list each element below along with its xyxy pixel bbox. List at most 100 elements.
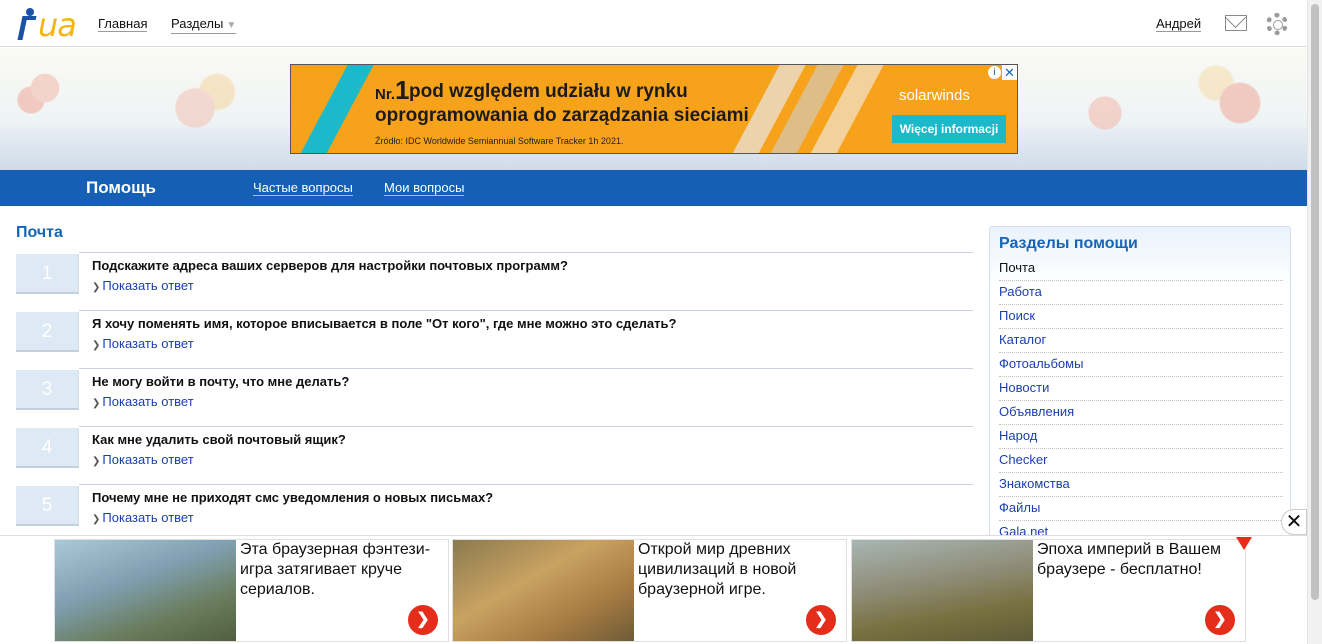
blossom-decoration: [140, 68, 250, 148]
chevron-down-icon: ❯: [92, 282, 101, 293]
ad-card[interactable]: Эпоха империй в Вашем браузере - бесплат…: [851, 539, 1246, 642]
help-sections-sidebar: Разделы помощи Почта Работа Поиск Катало…: [989, 226, 1291, 546]
my-questions-link[interactable]: Мои вопросы: [384, 180, 465, 196]
ad-rank-prefix: Nr.: [375, 86, 396, 103]
nav-sections-dropdown[interactable]: Разделы ▼: [171, 16, 237, 34]
top-bar: ua Главная Разделы ▼ Андрей: [0, 0, 1307, 47]
show-answer-link[interactable]: Показать ответ: [102, 510, 193, 525]
nav-main-link[interactable]: Главная: [98, 16, 148, 32]
show-answer[interactable]: ❯ Показать ответ: [92, 336, 194, 351]
sidebar-item-news[interactable]: Новости: [999, 377, 1283, 401]
ad-card[interactable]: Открой мир древних цивилизаций в новой б…: [452, 539, 847, 642]
ad-marker-icon[interactable]: [1236, 537, 1252, 551]
site-logo[interactable]: ua: [17, 6, 77, 44]
chevron-down-icon: ❯: [92, 340, 101, 351]
sidebar-item-label[interactable]: Поиск: [999, 308, 1035, 323]
question-number: 3: [16, 370, 79, 410]
sidebar-item-checker[interactable]: Checker: [999, 449, 1283, 473]
faq-link[interactable]: Частые вопросы: [253, 180, 353, 196]
sidebar-item-label[interactable]: Знакомства: [999, 476, 1070, 491]
faq-item: 1 Подскажите адреса ваших серверов для н…: [16, 252, 973, 298]
ad-close-icon[interactable]: ✕: [1002, 65, 1017, 80]
show-answer[interactable]: ❯ Показать ответ: [92, 394, 194, 409]
question-text: Почему мне не приходят смс уведомления о…: [92, 490, 494, 505]
chevron-down-icon: ❯: [92, 456, 101, 467]
question-number: 1: [16, 254, 79, 294]
ad-card-image: [453, 540, 634, 641]
ad-stripe: [291, 65, 379, 153]
faq-item: 3 Не могу войти в почту, что мне делать?…: [16, 368, 973, 414]
question-number: 2: [16, 312, 79, 352]
ad-brand: solarwinds: [899, 87, 970, 104]
logo-text: ua: [38, 6, 77, 44]
divider: [79, 426, 973, 427]
ad-more-info-button[interactable]: Więcej informacji: [892, 115, 1006, 143]
nav-sections-label: Разделы: [171, 16, 224, 31]
show-answer-link[interactable]: Показать ответ: [102, 278, 193, 293]
question-text: Подскажите адреса ваших серверов для нас…: [92, 258, 568, 273]
show-answer-link[interactable]: Показать ответ: [102, 394, 193, 409]
solarwinds-ad-banner[interactable]: Nr.1 pod względem udziału w rynku oprogr…: [290, 64, 1018, 154]
faq-item: 2 Я хочу поменять имя, которое вписывает…: [16, 310, 973, 356]
ad-headline-2: oprogramowania do zarządzania sieciami: [375, 105, 749, 126]
show-answer[interactable]: ❯ Показать ответ: [92, 452, 194, 467]
blossom-decoration: [1060, 78, 1150, 148]
sidebar-item-label[interactable]: Работа: [999, 284, 1042, 299]
logo-i-stem: [17, 16, 37, 40]
chevron-right-icon[interactable]: ❯: [408, 605, 438, 635]
chevron-right-icon[interactable]: ❯: [806, 605, 836, 635]
show-answer-link[interactable]: Показать ответ: [102, 452, 193, 467]
close-icon[interactable]: ✕: [1281, 509, 1307, 535]
show-answer[interactable]: ❯ Показать ответ: [92, 278, 194, 293]
ad-source: Źródło: IDC Worldwide Semiannual Softwar…: [375, 136, 624, 146]
sidebar-item-dating[interactable]: Знакомства: [999, 473, 1283, 497]
divider: [79, 368, 973, 369]
sidebar-item-files[interactable]: Файлы: [999, 497, 1283, 521]
blossom-decoration: [1180, 53, 1300, 153]
question-text: Я хочу поменять имя, которое вписывается…: [92, 316, 677, 331]
sidebar-item-label[interactable]: Checker: [999, 452, 1047, 467]
question-number: 5: [16, 486, 79, 526]
question-text: Как мне удалить свой почтовый ящик?: [92, 432, 346, 447]
ad-rank-number: 1: [395, 75, 410, 105]
chevron-down-icon: ❯: [92, 398, 101, 409]
sidebar-item-label[interactable]: Файлы: [999, 500, 1040, 515]
ad-card-image: [852, 540, 1033, 641]
page-scrollbar[interactable]: [1307, 0, 1322, 644]
sidebar-item-label[interactable]: Фотоальбомы: [999, 356, 1083, 371]
divider: [79, 252, 973, 253]
user-name-link[interactable]: Андрей: [1156, 16, 1202, 32]
blossom-decoration: [10, 58, 80, 118]
scrollbar-thumb[interactable]: [1311, 4, 1319, 600]
sidebar-item-work[interactable]: Работа: [999, 281, 1283, 305]
sidebar-item-mail: Почта: [999, 257, 1283, 281]
chevron-right-icon[interactable]: ❯: [1205, 605, 1235, 635]
ad-card-image: [55, 540, 236, 641]
divider: [79, 484, 973, 485]
faq-item: 5 Почему мне не приходят смс уведомления…: [16, 484, 973, 530]
help-nav-bar: Помощь Частые вопросы Мои вопросы: [0, 170, 1307, 206]
section-title: Почта: [16, 224, 63, 241]
ad-rank: Nr.1: [375, 75, 409, 106]
question-number: 4: [16, 428, 79, 468]
sidebar-item-search[interactable]: Поиск: [999, 305, 1283, 329]
gear-icon[interactable]: [1266, 13, 1288, 35]
sidebar-item-narod[interactable]: Народ: [999, 425, 1283, 449]
logo-i-icon: [26, 8, 34, 16]
ad-card-text: Эта браузерная фэнтези-игра затягивает к…: [240, 541, 431, 598]
question-text: Не могу войти в почту, что мне делать?: [92, 374, 350, 389]
ad-card[interactable]: Эта браузерная фэнтези-игра затягивает к…: [54, 539, 449, 642]
divider: [79, 310, 973, 311]
adchoices-icon[interactable]: i: [988, 66, 1001, 79]
mail-icon[interactable]: [1225, 15, 1247, 31]
show-answer-link[interactable]: Показать ответ: [102, 336, 193, 351]
show-answer[interactable]: ❯ Показать ответ: [92, 510, 194, 525]
sidebar-item-label[interactable]: Объявления: [999, 404, 1074, 419]
sidebar-item-photo-albums[interactable]: Фотоальбомы: [999, 353, 1283, 377]
ad-card-text: Эпоха империй в Вашем браузере - бесплат…: [1037, 541, 1222, 578]
sidebar-item-ads[interactable]: Объявления: [999, 401, 1283, 425]
sidebar-item-label[interactable]: Каталог: [999, 332, 1046, 347]
sidebar-item-label[interactable]: Народ: [999, 428, 1037, 443]
sidebar-item-catalog[interactable]: Каталог: [999, 329, 1283, 353]
sidebar-item-label[interactable]: Новости: [999, 380, 1049, 395]
